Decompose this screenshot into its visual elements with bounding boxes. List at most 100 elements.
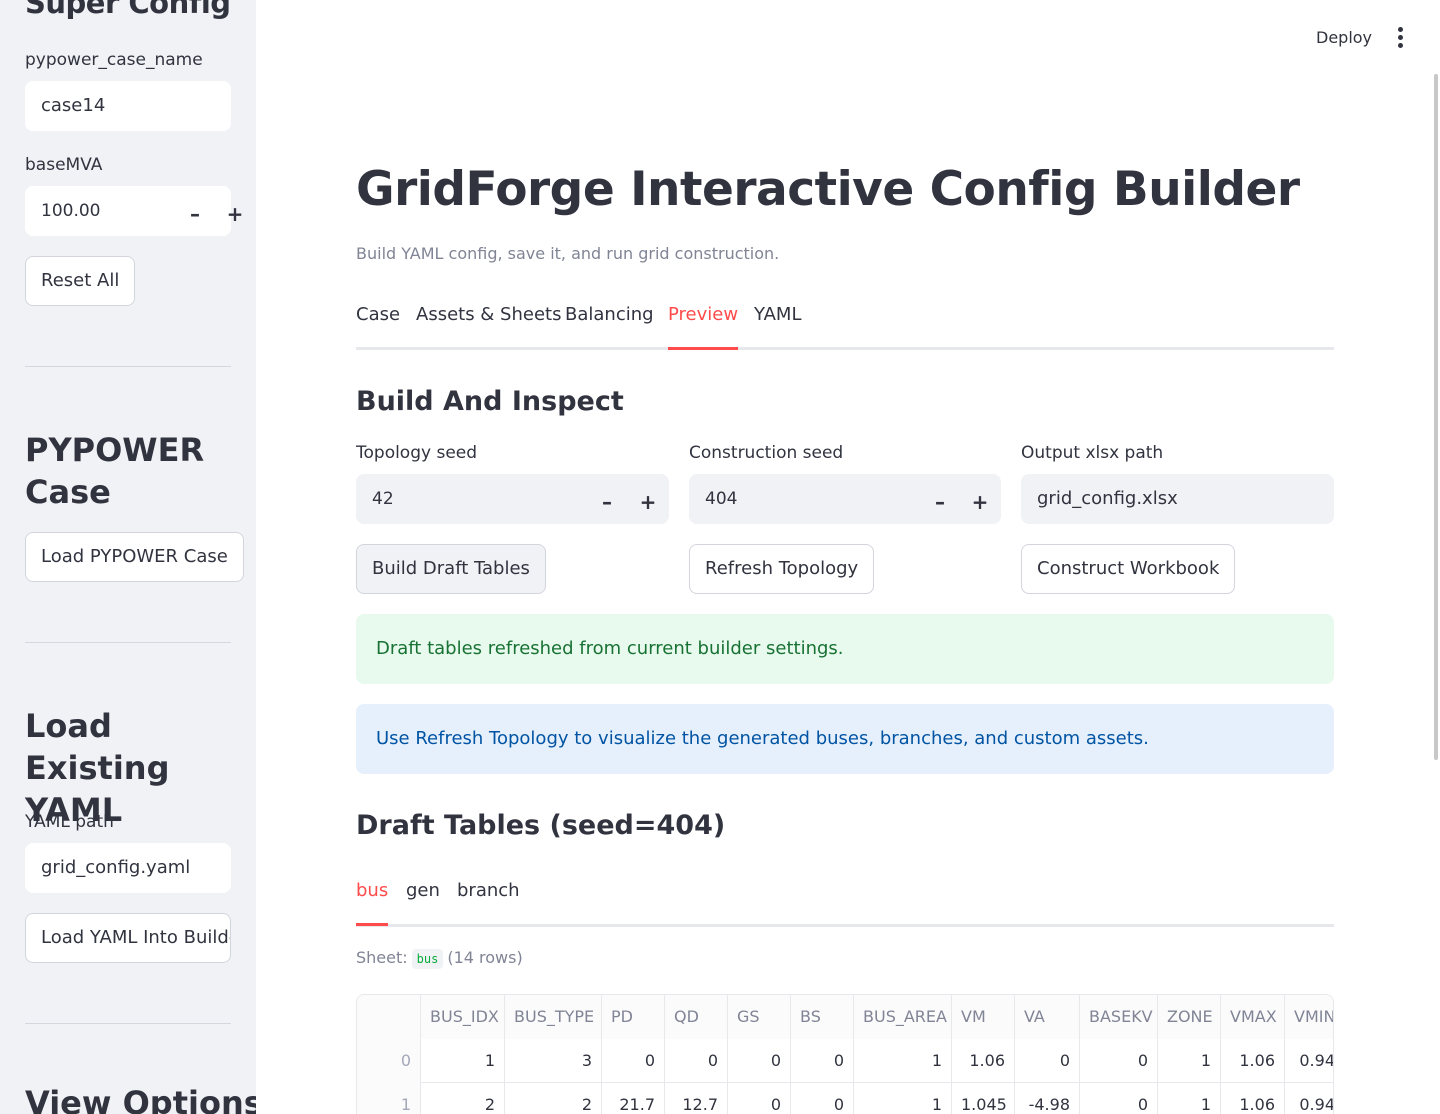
pypower-case-heading: PYPOWER Case xyxy=(25,431,205,511)
table-cell[interactable]: 0.94 xyxy=(1285,1039,1333,1083)
table-cell[interactable]: 21.7 xyxy=(602,1083,665,1114)
sheet-name-code: bus xyxy=(411,949,444,969)
sidebar-divider xyxy=(25,1023,231,1024)
table-cell[interactable]: 3 xyxy=(505,1039,602,1083)
sheet-rows: (14 rows) xyxy=(447,948,523,967)
output-path-input[interactable]: grid_config.xlsx xyxy=(1021,474,1334,524)
table-header-cell[interactable]: BASEKV xyxy=(1080,995,1158,1039)
table-header-cell[interactable]: BUS_IDX xyxy=(421,995,505,1039)
construction-seed-decrement-button[interactable]: – xyxy=(920,474,960,524)
table-cell[interactable]: 12.7 xyxy=(665,1083,728,1114)
table-header-row: BUS_IDX BUS_TYPE PD QD GS BS BUS_AREA VM VA BASEK… xyxy=(357,995,1333,1039)
yaml-path-input[interactable]: grid_config.yaml xyxy=(25,843,231,893)
table-cell[interactable]: 2 xyxy=(505,1083,602,1114)
topology-seed-decrement-button[interactable]: – xyxy=(587,474,627,524)
main-menu-icon[interactable] xyxy=(1396,27,1404,49)
topology-seed-increment-button[interactable]: + xyxy=(628,474,668,524)
case-name-label: pypower_case_name xyxy=(25,50,203,70)
row-index-cell[interactable]: 1 xyxy=(357,1083,421,1114)
table-cell[interactable]: 1.06 xyxy=(952,1039,1015,1083)
basemva-value[interactable]: 100.00 xyxy=(41,186,100,236)
table-cell[interactable]: 0 xyxy=(665,1039,728,1083)
sheet-prefix: Sheet: xyxy=(356,948,408,967)
load-pypower-case-button[interactable]: Load PYPOWER Case xyxy=(25,532,244,582)
table-cell[interactable]: 0 xyxy=(1015,1039,1080,1083)
table-cell[interactable]: 0 xyxy=(1080,1039,1158,1083)
tab-preview[interactable]: Preview xyxy=(668,304,739,350)
table-cell[interactable]: 1 xyxy=(1158,1083,1221,1114)
table-header-cell[interactable]: BS xyxy=(791,995,854,1039)
table-cell[interactable]: 0 xyxy=(1080,1083,1158,1114)
table-cell[interactable]: 1.06 xyxy=(1221,1039,1285,1083)
subtab-branch[interactable]: branch xyxy=(457,880,520,926)
construct-workbook-button[interactable]: Construct Workbook xyxy=(1021,544,1236,594)
scrollbar[interactable] xyxy=(1434,74,1438,760)
table-header-cell[interactable]: VA xyxy=(1015,995,1080,1039)
subtab-bus[interactable]: bus xyxy=(356,880,389,926)
table-header-cell[interactable]: GS xyxy=(728,995,791,1039)
sidebar: Super Config pypower_case_name case14 ba… xyxy=(0,0,256,1114)
basemva-input[interactable]: 100.00 – + xyxy=(25,186,243,236)
table-header-cell[interactable]: BUS_AREA xyxy=(854,995,952,1039)
refresh-topology-button[interactable]: Refresh Topology xyxy=(689,544,875,594)
table-cell[interactable]: 1 xyxy=(1158,1039,1221,1083)
table-cell[interactable]: 0 xyxy=(728,1039,791,1083)
table-cell[interactable]: 1 xyxy=(421,1039,505,1083)
info-alert: Use Refresh Topology to visualize the ge… xyxy=(356,704,1334,774)
table-cell[interactable]: 1 xyxy=(854,1039,952,1083)
construction-seed-label: Construction seed xyxy=(689,443,844,463)
basemva-increment-button[interactable]: + xyxy=(215,186,255,236)
table-header-cell[interactable]: VMAX xyxy=(1221,995,1285,1039)
table-row[interactable]: 0 1 3 0 0 0 0 1 1.06 0 0 1 1.06 0.94 xyxy=(357,1039,1333,1083)
sidebar-divider xyxy=(25,642,231,643)
sidebar-title: Super Config xyxy=(25,0,231,20)
sheet-info: Sheet: bus (14 rows) xyxy=(356,948,523,969)
table-cell[interactable]: 2 xyxy=(421,1083,505,1114)
tab-case[interactable]: Case xyxy=(356,304,400,350)
deploy-button[interactable]: Deploy xyxy=(1316,28,1372,47)
table-cell[interactable]: 1.045 xyxy=(952,1083,1015,1114)
table-cell[interactable]: 0 xyxy=(791,1039,854,1083)
output-path-label: Output xlsx path xyxy=(1021,443,1164,463)
success-alert: Draft tables refreshed from current buil… xyxy=(356,614,1334,684)
page-caption: Build YAML config, save it, and run grid… xyxy=(356,244,780,263)
main-tabs: Case Assets & Sheets Balancing Preview Y… xyxy=(356,304,1334,350)
construction-seed-input[interactable]: 404 – + xyxy=(689,474,1001,524)
table-header-cell[interactable] xyxy=(357,995,421,1039)
sidebar-divider xyxy=(25,366,231,367)
table-header-cell[interactable]: ZONE xyxy=(1158,995,1221,1039)
basemva-decrement-button[interactable]: – xyxy=(175,186,215,236)
build-inspect-heading: Build And Inspect xyxy=(356,386,624,417)
row-index-cell[interactable]: 0 xyxy=(357,1039,421,1083)
topology-seed-value[interactable]: 42 xyxy=(372,474,394,524)
table-header-cell[interactable]: PD xyxy=(602,995,665,1039)
table-header-cell[interactable]: BUS_TYPE xyxy=(505,995,602,1039)
table-cell[interactable]: 0.94 xyxy=(1285,1083,1333,1114)
load-yaml-button[interactable]: Load YAML Into Builder xyxy=(25,913,231,963)
table-cell[interactable]: 0 xyxy=(602,1039,665,1083)
view-options-heading: View Options xyxy=(25,1084,256,1114)
table-cell[interactable]: 1 xyxy=(854,1083,952,1114)
table-cell[interactable]: 0 xyxy=(728,1083,791,1114)
table-header-cell[interactable]: VMIN xyxy=(1285,995,1333,1039)
table-cell[interactable]: -4.98 xyxy=(1015,1083,1080,1114)
table-header-cell[interactable]: QD xyxy=(665,995,728,1039)
topology-seed-input[interactable]: 42 – + xyxy=(356,474,669,524)
draft-tables-heading: Draft Tables (seed=404) xyxy=(356,810,726,841)
construction-seed-value[interactable]: 404 xyxy=(705,474,737,524)
draft-table-tabs: bus gen branch xyxy=(356,880,1334,927)
bus-data-table[interactable]: BUS_IDX BUS_TYPE PD QD GS BS BUS_AREA VM VA BASEK… xyxy=(356,994,1334,1114)
table-row[interactable]: 1 2 2 21.7 12.7 0 0 1 1.045 -4.98 0 1 1.06 0.94 xyxy=(357,1083,1333,1114)
tab-assets-sheets[interactable]: Assets & Sheets xyxy=(416,304,561,350)
construction-seed-increment-button[interactable]: + xyxy=(960,474,1000,524)
table-cell[interactable]: 0 xyxy=(791,1083,854,1114)
page-title: GridForge Interactive Config Builder xyxy=(356,162,1300,217)
tab-balancing[interactable]: Balancing xyxy=(565,304,654,350)
table-cell[interactable]: 1.06 xyxy=(1221,1083,1285,1114)
tab-yaml[interactable]: YAML xyxy=(754,304,801,350)
case-name-input[interactable]: case14 xyxy=(25,81,231,131)
subtab-gen[interactable]: gen xyxy=(406,880,440,926)
build-draft-tables-button[interactable]: Build Draft Tables xyxy=(356,544,546,594)
reset-all-button[interactable]: Reset All xyxy=(25,256,136,306)
table-header-cell[interactable]: VM xyxy=(952,995,1015,1039)
